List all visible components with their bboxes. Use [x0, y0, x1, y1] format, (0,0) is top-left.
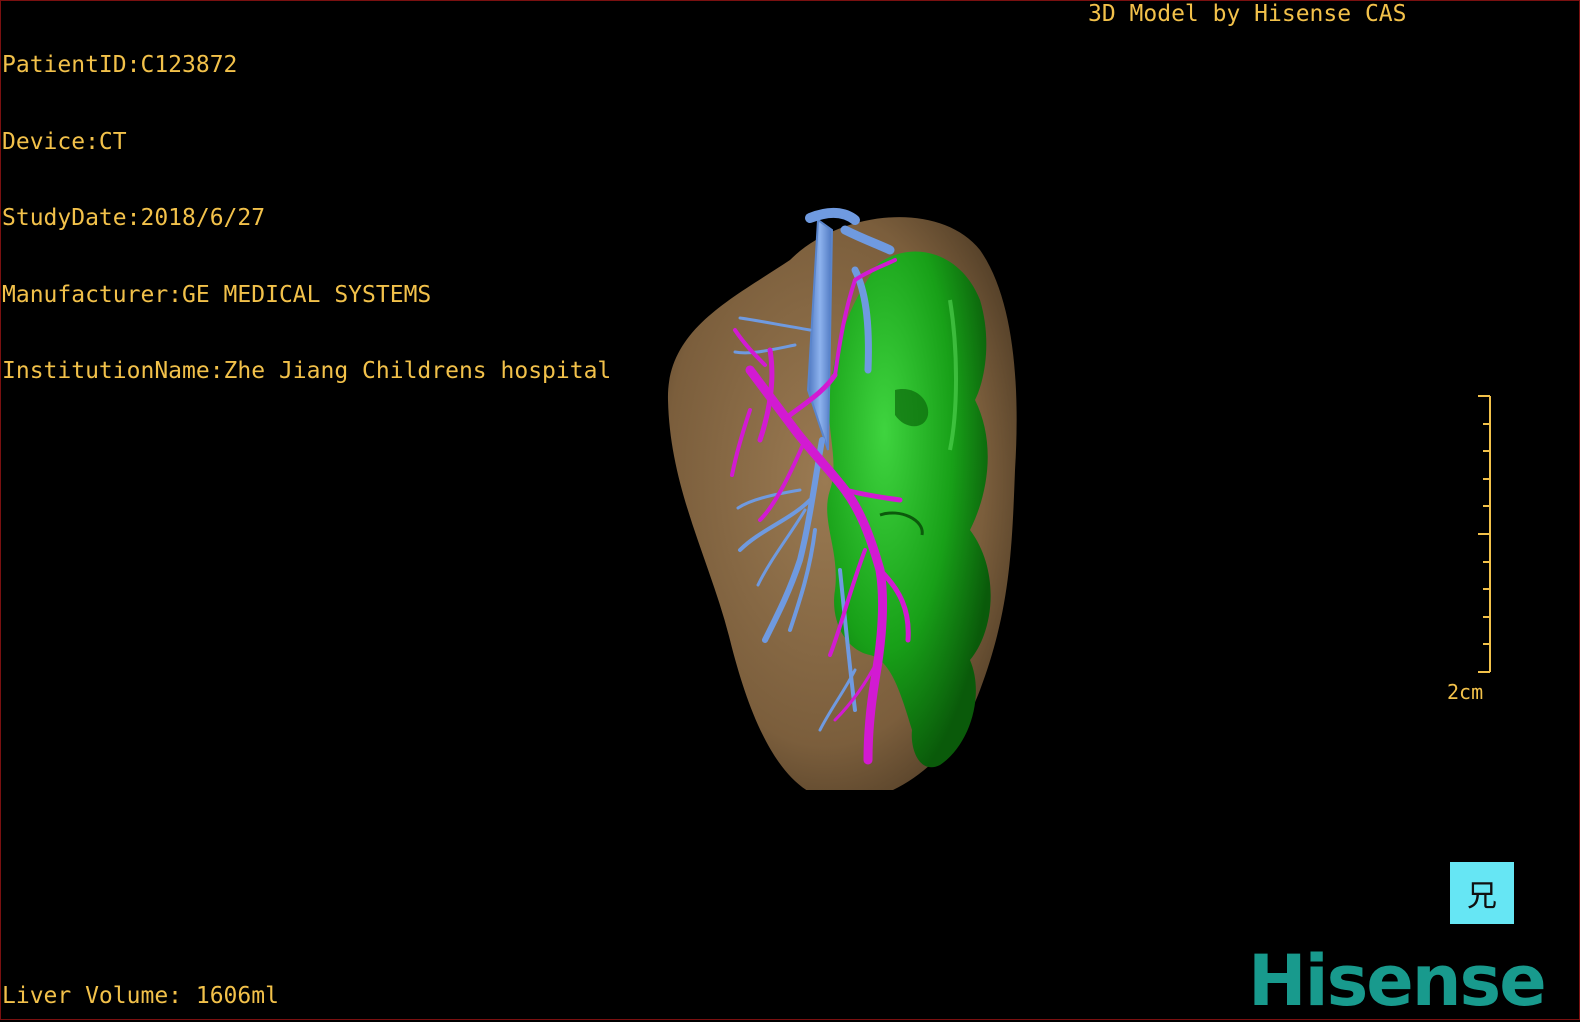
device-text: Device:CT [2, 128, 127, 155]
hisense-logo: Hisense [1248, 940, 1547, 1022]
manufacturer-text: Manufacturer:GE MEDICAL SYSTEMS [2, 281, 432, 308]
scale-label: 2cm [1447, 680, 1484, 704]
patient-id-text: PatientID:C123872 [2, 52, 238, 78]
orientation-cube[interactable]: 兄 [1450, 862, 1514, 924]
patient-info-panel: PatientID:C123872 Device:CT StudyDate:20… [2, 2, 611, 410]
institution-text: InstitutionName:Zhe Jiang Childrens hosp… [2, 358, 612, 384]
liver-volume-text: Liver Volume: 1606ml [2, 983, 279, 1009]
scale-bar [1478, 395, 1491, 673]
study-date-text: StudyDate:2018/6/27 [2, 205, 266, 231]
model-credit-text: 3D Model by Hisense CAS [1088, 1, 1407, 27]
liver-3d-model[interactable] [640, 190, 1040, 790]
